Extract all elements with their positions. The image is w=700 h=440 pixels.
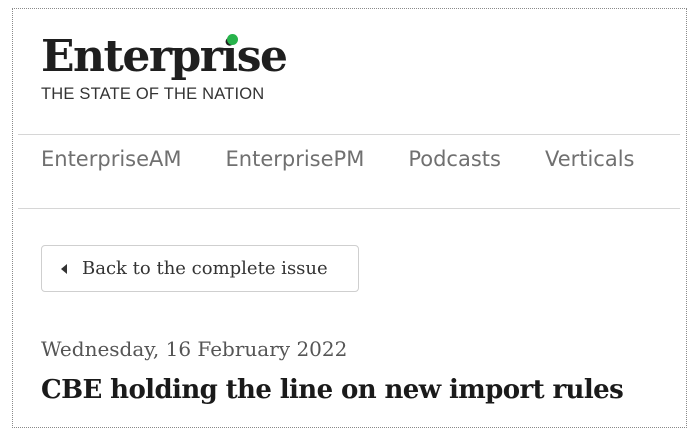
back-button-label: Back to the complete issue [82, 258, 328, 279]
site-header: Enterprise THE STATE OF THE NATION [41, 31, 288, 104]
caret-left-icon [61, 263, 67, 274]
nav-item-podcasts[interactable]: Podcasts [408, 147, 501, 171]
nav-item-enterpriseam[interactable]: EnterpriseAM [41, 147, 182, 171]
logo-dot-icon [227, 34, 238, 45]
article-headline[interactable]: CBE holding the line on new import rules [41, 375, 624, 405]
nav-item-verticals[interactable]: Verticals [545, 147, 635, 171]
nav-divider [18, 208, 680, 209]
header-divider [18, 134, 680, 135]
site-tagline: THE STATE OF THE NATION [41, 85, 265, 103]
main-nav: EnterpriseAM EnterprisePM Podcasts Verti… [41, 147, 635, 171]
page-frame: Enterprise THE STATE OF THE NATION Enter… [12, 8, 687, 428]
logo-text: Enterprise [41, 31, 288, 82]
nav-item-enterprisepm[interactable]: EnterprisePM [226, 147, 365, 171]
article-date: Wednesday, 16 February 2022 [41, 337, 348, 361]
site-logo[interactable]: Enterprise [41, 31, 288, 83]
back-to-issue-button[interactable]: Back to the complete issue [41, 245, 359, 292]
